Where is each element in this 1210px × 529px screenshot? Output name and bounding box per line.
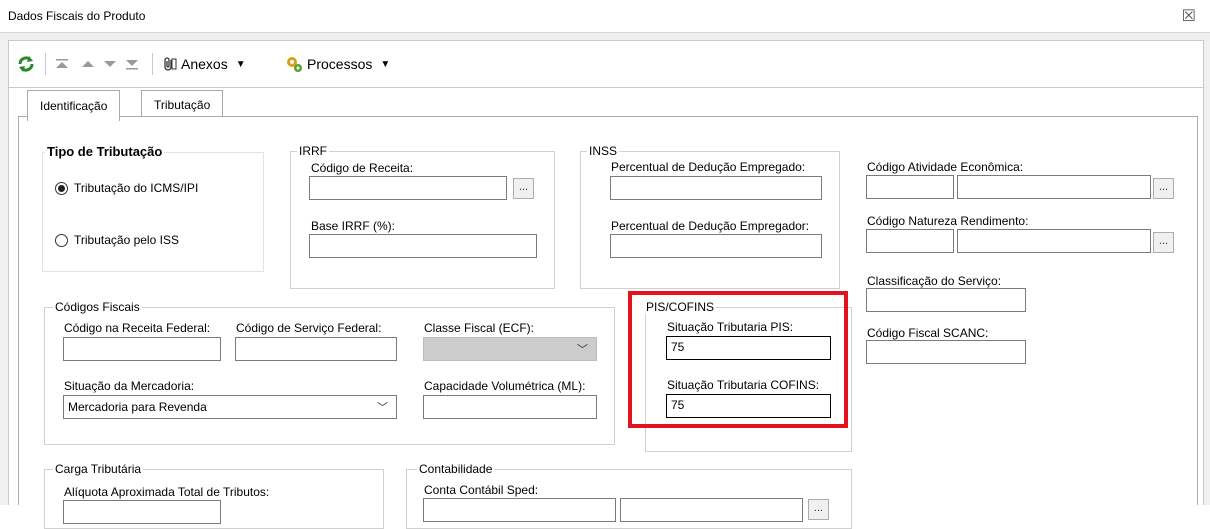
tipo-tributacao-group: Tipo de Tributação: [42, 144, 264, 272]
toolbar: Anexos ▼ Processos ▼: [8, 40, 1204, 88]
window-title: Dados Fiscais do Produto: [8, 9, 146, 23]
gears-icon: [287, 57, 302, 72]
inss-empregador-input[interactable]: [610, 234, 822, 258]
refresh-icon[interactable]: [17, 51, 35, 77]
pis-cofins-highlight-box: [628, 291, 848, 428]
dialog-window: Dados Fiscais do Produto ☒ Anexos ▼ Proc…: [0, 0, 1210, 529]
chevron-down-icon: ﹀: [377, 402, 388, 414]
scanc-input[interactable]: [866, 340, 1026, 364]
first-record-icon[interactable]: [55, 51, 69, 77]
tab-tributacao[interactable]: Tributação: [141, 90, 224, 118]
radio-icms-ipi[interactable]: Tributação do ICMS/IPI: [55, 181, 198, 195]
contabilidade-title: Contabilidade: [417, 462, 495, 476]
inss-empregador-label: Percentual de Dedução Empregador:: [611, 219, 810, 233]
situacao-mercadoria-label: Situação da Mercadoria:: [64, 379, 195, 393]
codigos-fiscais-title: Códigos Fiscais: [53, 300, 142, 314]
chevron-down-icon: ▼: [235, 58, 246, 70]
toolbar-separator: [152, 53, 153, 75]
chevron-down-icon: ﹀: [577, 344, 588, 356]
title-bar: Dados Fiscais do Produto ☒: [0, 0, 1210, 33]
chevron-down-icon: ▼: [380, 58, 391, 70]
capacidade-volumetrica-label: Capacidade Volumétrica (ML):: [424, 379, 586, 393]
classe-fiscal-label: Classe Fiscal (ECF):: [424, 321, 535, 335]
processos-menu-button[interactable]: Processos ▼: [285, 51, 390, 77]
radio-unselected-icon: [55, 233, 68, 247]
radio-icms-ipi-label: Tributação do ICMS/IPI: [74, 181, 199, 195]
carga-tributaria-title: Carga Tributária: [53, 462, 144, 476]
atividade-economica-desc-input[interactable]: [957, 175, 1151, 199]
situacao-mercadoria-value: Mercadoria para Revenda: [68, 400, 207, 414]
inss-title: INSS: [587, 144, 620, 158]
natureza-rendimento-label: Código Natureza Rendimento:: [867, 214, 1029, 228]
radio-iss[interactable]: Tributação pelo ISS: [55, 233, 179, 247]
natureza-rendimento-code-input[interactable]: [866, 229, 954, 253]
scanc-label: Código Fiscal SCANC:: [867, 326, 989, 340]
codigo-receita-label: Código de Receita:: [311, 161, 414, 175]
codigo-receita-lookup-button[interactable]: ...: [513, 178, 534, 199]
receita-federal-label: Código na Receita Federal:: [64, 321, 211, 335]
capacidade-volumetrica-input[interactable]: [423, 395, 597, 419]
conta-contabil-code-input[interactable]: [423, 498, 616, 522]
inss-empregado-input[interactable]: [610, 176, 822, 200]
tab-identificacao[interactable]: Identificação: [27, 90, 121, 121]
previous-record-icon[interactable]: [81, 51, 95, 77]
radio-selected-icon: [55, 181, 68, 195]
natureza-rendimento-desc-input[interactable]: [957, 229, 1151, 253]
tab-identificacao-label: Identificação: [40, 99, 108, 113]
next-record-icon[interactable]: [103, 51, 117, 77]
tab-tributacao-label: Tributação: [154, 97, 211, 112]
conta-contabil-desc-input[interactable]: [620, 498, 803, 522]
servico-federal-label: Código de Serviço Federal:: [236, 321, 382, 335]
codigo-receita-input[interactable]: [309, 176, 507, 200]
base-irrf-label: Base IRRF (%):: [311, 219, 396, 233]
atividade-economica-lookup-button[interactable]: ...: [1153, 178, 1174, 199]
natureza-rendimento-lookup-button[interactable]: ...: [1153, 232, 1174, 253]
atividade-economica-code-input[interactable]: [866, 175, 954, 199]
anexos-label: Anexos: [181, 56, 228, 72]
base-irrf-input[interactable]: [309, 234, 537, 258]
radio-iss-label: Tributação pelo ISS: [74, 233, 179, 247]
situacao-mercadoria-select[interactable]: Mercadoria para Revenda ﹀: [63, 395, 397, 419]
conta-contabil-label: Conta Contábil Sped:: [424, 483, 539, 497]
paperclip-icon: [164, 57, 177, 71]
conta-contabil-lookup-button[interactable]: ...: [808, 499, 829, 520]
aliquota-label: Alíquota Aproximada Total de Tributos:: [64, 485, 270, 499]
close-icon[interactable]: ☒: [1182, 6, 1196, 26]
anexos-menu-button[interactable]: Anexos ▼: [161, 51, 246, 77]
irrf-title: IRRF: [297, 144, 329, 158]
aliquota-input[interactable]: [63, 500, 221, 524]
classificacao-servico-input[interactable]: [866, 288, 1026, 312]
last-record-icon[interactable]: [125, 51, 139, 77]
classificacao-servico-label: Classificação do Serviço:: [867, 274, 1002, 288]
atividade-economica-label: Código Atividade Econômica:: [867, 160, 1024, 174]
inss-empregado-label: Percentual de Dedução Empregado:: [611, 160, 806, 174]
tipo-tributacao-title: Tipo de Tributação: [45, 144, 165, 159]
processos-label: Processos: [307, 56, 373, 72]
classe-fiscal-select[interactable]: ﹀: [423, 337, 597, 361]
toolbar-separator: [45, 53, 46, 75]
receita-federal-input[interactable]: [63, 337, 221, 361]
servico-federal-input[interactable]: [235, 337, 397, 361]
